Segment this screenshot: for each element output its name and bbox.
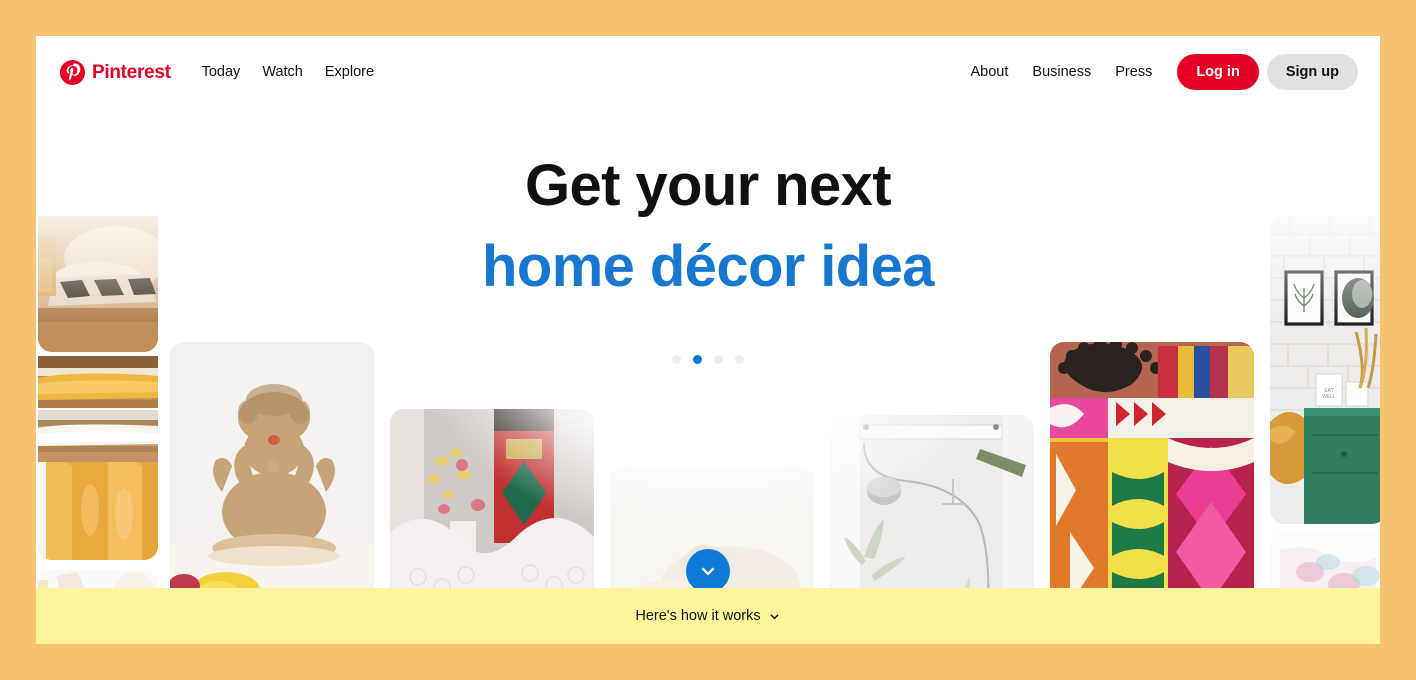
chevron-down-icon	[701, 567, 715, 576]
pinterest-landing-page: EAT WELL Pinterest Today Watch Explore A…	[36, 36, 1380, 644]
nav-link-explore[interactable]: Explore	[314, 56, 385, 88]
header-primary-nav: Pinterest Today Watch Explore	[60, 36, 385, 108]
tile-white-towels-art	[38, 410, 158, 462]
pinterest-logo[interactable]: Pinterest	[60, 59, 171, 85]
scroll-down-button[interactable]	[686, 549, 730, 593]
carousel-dots	[36, 355, 1380, 364]
carousel-dot-1[interactable]	[672, 355, 681, 364]
svg-text:WELL: WELL	[1322, 394, 1336, 400]
pinterest-p-icon	[60, 59, 85, 85]
carousel-dot-2[interactable]	[693, 355, 702, 364]
tile-linen-pillows-art	[38, 216, 158, 352]
site-header: Pinterest Today Watch Explore About Busi…	[36, 36, 1380, 108]
pinterest-wordmark: Pinterest	[92, 61, 171, 83]
tile-white-towels[interactable]	[38, 410, 158, 462]
how-it-works-label: Here's how it works	[635, 608, 761, 624]
tile-ganesha-statue[interactable]	[170, 342, 374, 624]
nav-link-about[interactable]: About	[960, 56, 1020, 88]
header-secondary-nav: About Business Press Log in Sign up	[960, 36, 1358, 108]
carousel-dot-3[interactable]	[714, 355, 723, 364]
tile-brick-wall-frames[interactable]: EAT WELL	[1270, 216, 1380, 524]
nav-link-business[interactable]: Business	[1021, 56, 1102, 88]
signup-button[interactable]: Sign up	[1266, 54, 1358, 90]
tile-ganesha-statue-art	[170, 342, 374, 624]
tile-brick-wall-frames-art: EAT WELL	[1270, 216, 1380, 524]
nav-link-press[interactable]: Press	[1104, 56, 1163, 88]
nav-link-today[interactable]: Today	[191, 56, 252, 88]
tile-linen-pillows[interactable]	[38, 216, 158, 352]
tile-ikat-cushions-art	[1050, 342, 1254, 624]
chevron-down-icon	[768, 610, 781, 623]
login-button[interactable]: Log in	[1177, 54, 1259, 90]
tile-gold-cushions-art	[38, 462, 158, 560]
how-it-works-banner[interactable]: Here's how it works	[36, 588, 1380, 644]
tile-gold-cushions[interactable]	[38, 462, 158, 560]
tile-ikat-cushions[interactable]	[1050, 342, 1254, 624]
carousel-dot-4[interactable]	[735, 355, 744, 364]
nav-link-watch[interactable]: Watch	[251, 56, 314, 88]
